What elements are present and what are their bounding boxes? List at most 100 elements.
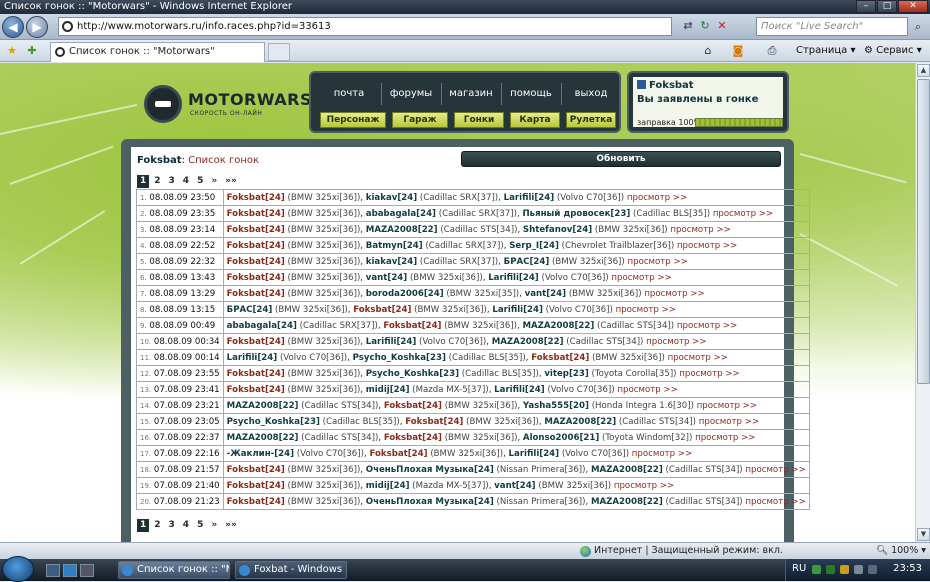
search-icon[interactable]: ⌕ (909, 17, 927, 36)
feeds-icon[interactable]: ◙ (730, 43, 746, 59)
racer-link[interactable]: MAZA2008[22] (591, 465, 663, 475)
view-race-link[interactable]: просмотр >> (611, 273, 671, 283)
racer-link[interactable]: Foksbat[24] (405, 417, 463, 427)
racer-link[interactable]: MAZA2008[22] (366, 225, 438, 235)
racer-link[interactable]: Serp_I[24] (509, 241, 559, 251)
view-race-link[interactable]: просмотр >> (644, 289, 704, 299)
scroll-up-arrow[interactable]: ▲ (917, 64, 930, 77)
view-race-link[interactable]: просмотр >> (699, 417, 759, 427)
racer-link[interactable]: Larifili[24] (488, 273, 539, 283)
close-button[interactable]: ✕ (898, 0, 928, 13)
ie-quicklaunch-icon[interactable] (63, 564, 77, 577)
new-tab-button[interactable] (268, 43, 290, 61)
view-race-link[interactable]: просмотр >> (616, 305, 676, 315)
racer-link[interactable]: Yasha555[20] (523, 401, 589, 411)
racer-link[interactable]: MAZA2008[22] (522, 321, 594, 331)
clock[interactable]: 23:53 (893, 563, 922, 574)
racer-link[interactable]: Foksbat[24] (227, 497, 285, 507)
racer-link[interactable]: ОченьПлохая Музыка[24] (366, 465, 494, 475)
racer-link[interactable]: vitep[23] (544, 369, 588, 379)
taskbar-item-foxbat[interactable]: Foxbat - Windows I... (235, 561, 347, 579)
racer-link[interactable]: boroda2006[24] (366, 289, 444, 299)
view-race-link[interactable]: просмотр >> (695, 433, 755, 443)
view-race-link[interactable]: просмотр >> (670, 225, 730, 235)
view-race-link[interactable]: просмотр >> (628, 257, 688, 267)
menu-exit[interactable]: выход (561, 88, 621, 99)
menu-shop[interactable]: магазин (441, 88, 501, 99)
vertical-scrollbar[interactable]: ▲ ▼ (915, 63, 930, 542)
racer-link[interactable]: Foksbat[24] (369, 449, 427, 459)
racer-link[interactable]: ababagala[24] (366, 209, 436, 219)
view-race-link[interactable]: просмотр >> (668, 353, 728, 363)
racer-link[interactable]: Foksbat[24] (227, 257, 285, 267)
racer-link[interactable]: Larifili[24] (494, 385, 545, 395)
menu-forums[interactable]: форумы (381, 88, 441, 99)
racer-link[interactable]: Foksbat[24] (384, 401, 442, 411)
page-link[interactable]: » (208, 175, 220, 188)
racer-link[interactable]: Foksbat[24] (384, 433, 442, 443)
racer-link[interactable]: midij[24] (366, 385, 410, 395)
racer-link[interactable]: MAZA2008[22] (591, 497, 663, 507)
racer-link[interactable]: Batmyn[24] (366, 241, 423, 251)
title-user[interactable]: Foksbat (137, 155, 182, 166)
page-link[interactable]: » (208, 519, 220, 532)
maximize-button[interactable]: □ (877, 0, 897, 13)
page-link[interactable]: 4 (180, 175, 192, 188)
tab-races[interactable]: Список гонок :: "Motorwars" (50, 42, 265, 62)
start-button[interactable] (2, 556, 34, 582)
view-race-link[interactable]: просмотр >> (679, 369, 739, 379)
show-desktop-icon[interactable] (46, 564, 60, 577)
racer-link[interactable]: Psycho_Koshka[23] (366, 369, 459, 379)
racer-link[interactable]: БРАС[24] (227, 305, 273, 315)
taskbar-item-races[interactable]: Список гонок :: "M... (118, 561, 230, 579)
page-link[interactable]: 4 (180, 519, 192, 532)
racer-link[interactable]: Larifili[24] (227, 353, 278, 363)
menu-map-button[interactable]: Карта (510, 112, 560, 128)
page-link[interactable]: »» (222, 519, 240, 532)
home-icon[interactable]: ⌂ (700, 43, 716, 59)
add-favorites-icon[interactable]: ✚ (24, 43, 40, 59)
view-race-link[interactable]: просмотр >> (677, 321, 737, 331)
racer-link[interactable]: Foksbat[24] (227, 369, 285, 379)
racer-link[interactable]: ОченьПлохая Музыка[24] (366, 497, 494, 507)
racer-link[interactable]: Foksbat[24] (227, 465, 285, 475)
menu-races-button[interactable]: Гонки (454, 112, 504, 128)
racer-link[interactable]: -Жаклин-[24] (227, 449, 294, 459)
racer-link[interactable]: kiakav[24] (366, 193, 417, 203)
racer-link[interactable]: Пьяный дровосек[23] (522, 209, 630, 219)
racer-link[interactable]: Larifili[24] (504, 193, 555, 203)
page-link[interactable]: 3 (166, 519, 178, 532)
zoom-level[interactable]: 🔍︎ 100% ▾ (876, 543, 926, 559)
racer-link[interactable]: Shtefanov[24] (523, 225, 592, 235)
view-race-link[interactable]: просмотр >> (697, 401, 757, 411)
menu-help[interactable]: помощь (501, 88, 561, 99)
view-race-link[interactable]: просмотр >> (627, 193, 687, 203)
page-link[interactable]: 5 (194, 519, 206, 532)
view-race-link[interactable]: просмотр >> (745, 497, 805, 507)
view-race-link[interactable]: просмотр >> (677, 241, 737, 251)
tools-menu[interactable]: ⚙ Сервис ▾ (864, 44, 922, 58)
racer-link[interactable]: Larifili[24] (492, 305, 543, 315)
switch-windows-icon[interactable] (80, 564, 94, 577)
tray-update-icon[interactable] (868, 565, 877, 574)
racer-link[interactable]: Foksbat[24] (227, 209, 285, 219)
print-icon[interactable]: ⎙ (764, 43, 780, 59)
tray-volume-icon[interactable] (854, 565, 863, 574)
racer-link[interactable]: Foksbat[24] (227, 385, 285, 395)
menu-character-button[interactable]: Персонаж (320, 112, 386, 128)
racer-link[interactable]: Foksbat[24] (227, 289, 285, 299)
racer-link[interactable]: Foksbat[24] (227, 337, 285, 347)
page-link[interactable]: 5 (194, 175, 206, 188)
racer-link[interactable]: MAZA2008[22] (492, 337, 564, 347)
minimize-button[interactable]: – (856, 0, 876, 13)
tray-app-icon[interactable] (840, 565, 849, 574)
page-link[interactable]: 1 (137, 175, 150, 188)
racer-link[interactable]: Foksbat[24] (227, 481, 285, 491)
racer-link[interactable]: vant[24] (366, 273, 407, 283)
racer-link[interactable]: MAZA2008[22] (544, 417, 616, 427)
view-race-link[interactable]: просмотр >> (713, 209, 773, 219)
racer-link[interactable]: Foksbat[24] (227, 241, 285, 251)
racer-link[interactable]: Larifili[24] (366, 337, 417, 347)
racer-link[interactable]: Foksbat[24] (227, 225, 285, 235)
racer-link[interactable]: vant[24] (494, 481, 535, 491)
